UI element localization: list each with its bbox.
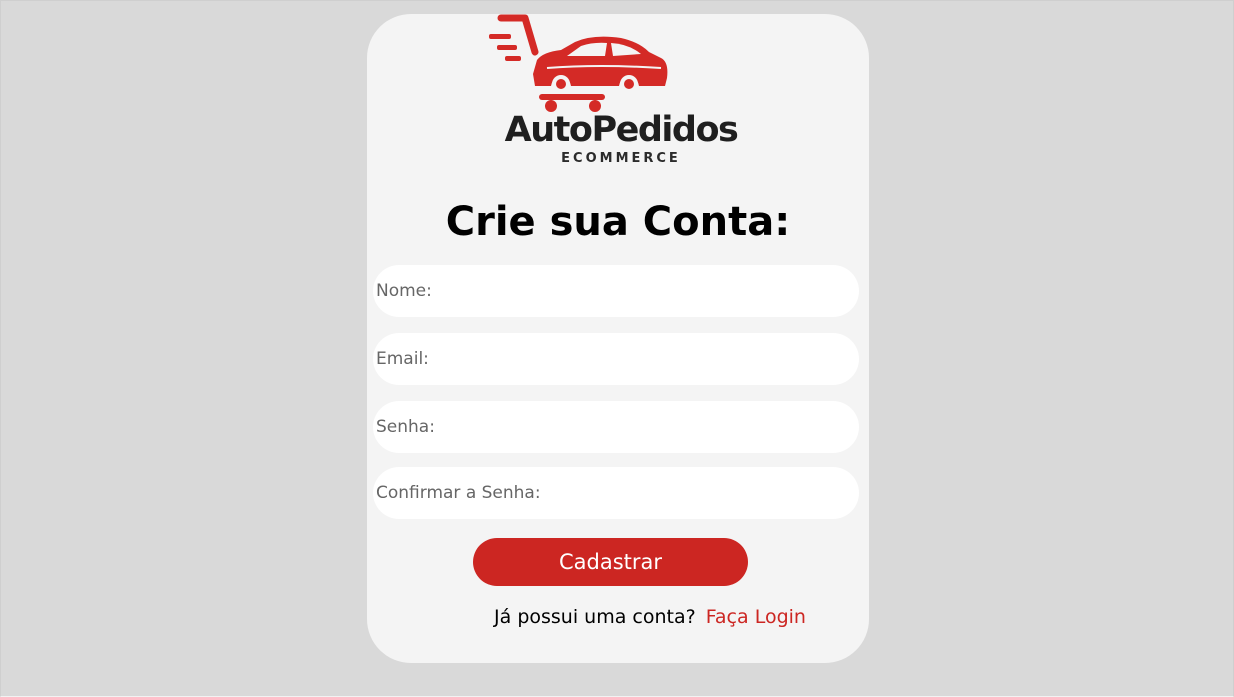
brand-tagline: ECOMMERCE <box>561 151 681 166</box>
nome-field[interactable] <box>373 265 859 317</box>
shopping-cart-car-icon <box>489 14 668 112</box>
email-field[interactable] <box>373 333 859 385</box>
page-title: Crie sua Conta: <box>445 199 791 245</box>
signup-card: AutoPedidos ECOMMERCE Crie sua Conta: Ca… <box>367 14 869 663</box>
brand-logo: AutoPedidos ECOMMERCE <box>489 14 749 174</box>
confirm-password-field[interactable] <box>373 467 859 519</box>
login-link[interactable]: Faça Login <box>706 606 806 628</box>
brand-name: AutoPedidos <box>504 110 739 150</box>
login-question: Já possui uma conta? <box>494 606 696 628</box>
register-button[interactable]: Cadastrar <box>473 538 748 586</box>
password-field[interactable] <box>373 401 859 453</box>
login-prompt: Já possui uma conta? Faça Login <box>367 604 869 630</box>
